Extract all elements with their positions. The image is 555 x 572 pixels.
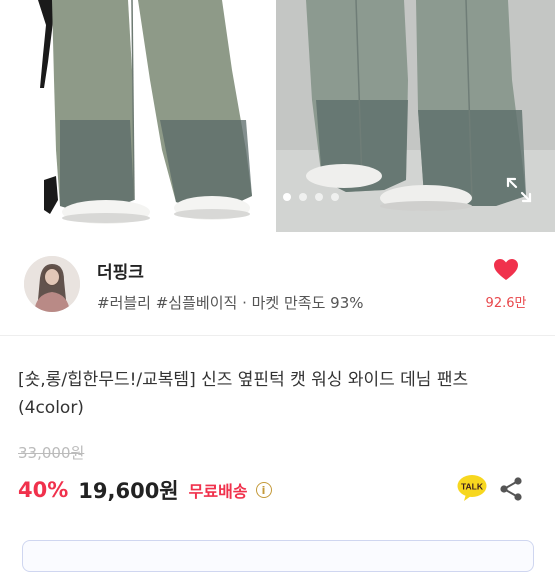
free-shipping-label: 무료배송: [188, 482, 248, 501]
expand-icon[interactable]: [505, 176, 533, 204]
gallery-dot[interactable]: [299, 193, 307, 201]
original-price: 33,000원: [18, 444, 85, 462]
seller-section: [0, 232, 555, 336]
product-image-gallery[interactable]: [0, 0, 555, 232]
sale-price: 19,600원: [78, 479, 179, 503]
price-row: 40% 19,600원 무료배송 i: [18, 474, 272, 506]
like-button[interactable]: 92.6만: [478, 258, 534, 311]
share-icon[interactable]: [499, 476, 523, 502]
seller-tags: #러블리 #심플베이직 · 마켓 만족도 93%: [97, 294, 364, 312]
gallery-dot[interactable]: [283, 193, 291, 201]
info-icon[interactable]: i: [255, 482, 272, 498]
kakao-talk-button[interactable]: TALK: [457, 474, 487, 502]
product-title: [숏,롱/힙한무드!/교복템] 신즈 옆핀턱 캣 워싱 와이드 데님 팬츠 (4…: [18, 370, 469, 418]
like-count: 92.6만: [485, 296, 527, 311]
kakao-talk-label: TALK: [461, 482, 484, 492]
heart-icon[interactable]: [493, 258, 519, 282]
product-image-left[interactable]: [0, 0, 268, 232]
seller-avatar[interactable]: [24, 256, 80, 312]
discount-rate: 40%: [18, 478, 69, 502]
gallery-pagination[interactable]: [283, 193, 339, 201]
coupon-banner[interactable]: [22, 540, 534, 572]
seller-name[interactable]: 더핑크: [97, 258, 144, 283]
gallery-dot[interactable]: [315, 193, 323, 201]
gallery-dot[interactable]: [331, 193, 339, 201]
